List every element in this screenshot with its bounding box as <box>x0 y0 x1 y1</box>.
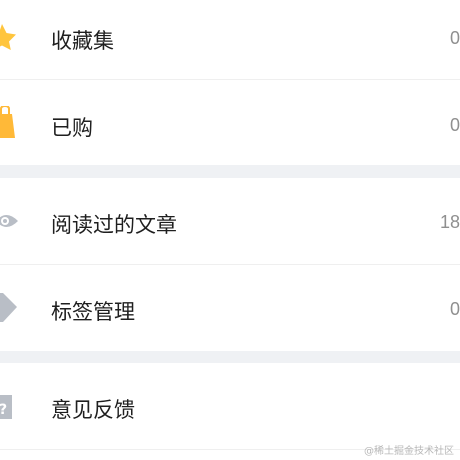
menu-item-read-articles[interactable]: 阅读过的文章 18 <box>0 178 460 264</box>
menu-item-collections[interactable]: 收藏集 0 <box>0 0 460 79</box>
menu-item-label: 阅读过的文章 <box>51 213 177 237</box>
menu-item-tag-management[interactable]: 标签管理 0 <box>0 265 460 351</box>
menu-item-feedback[interactable]: ? 意见反馈 <box>0 363 460 449</box>
svg-text:?: ? <box>0 402 7 418</box>
shopping-bag-icon <box>0 104 16 144</box>
menu-item-purchased[interactable]: 已购 0 <box>0 80 460 165</box>
menu-item-count: 0 <box>449 299 460 319</box>
menu-item-label: 已购 <box>51 116 93 140</box>
watermark: @稀土掘金技术社区 <box>364 446 454 457</box>
menu-item-label: 收藏集 <box>51 29 114 53</box>
star-icon <box>0 23 18 55</box>
feedback-icon: ? <box>0 393 14 425</box>
menu-item-count: 0 <box>449 115 460 135</box>
eye-icon <box>0 210 20 236</box>
section-gap <box>0 165 460 178</box>
menu-item-label: 标签管理 <box>51 300 135 324</box>
menu-item-count: 18 <box>439 212 460 232</box>
menu-item-count: 0 <box>449 28 460 48</box>
menu-item-label: 意见反馈 <box>51 398 135 422</box>
menu-page: 收藏集 0 已购 0 阅读过的文章 18 标签管理 0 意见反馈 @稀土掘金技术… <box>0 0 460 460</box>
tag-icon <box>0 293 18 327</box>
section-gap <box>0 351 460 363</box>
